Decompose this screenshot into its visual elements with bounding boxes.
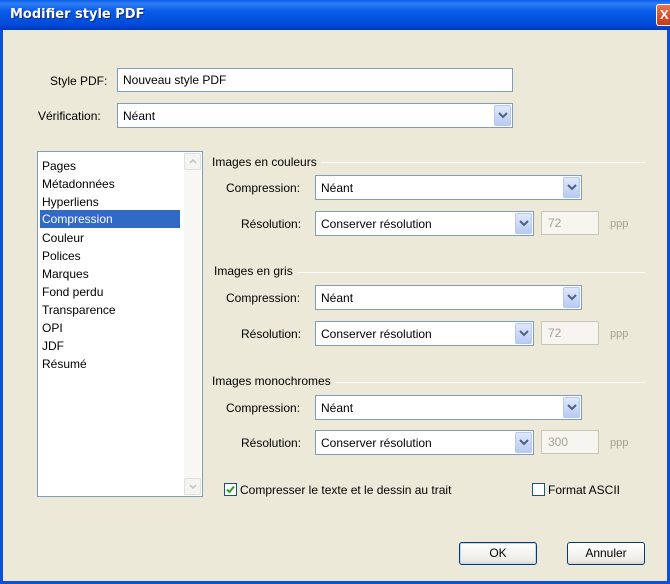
compression-label: Compression: bbox=[226, 401, 301, 415]
verification-label: Vérification: bbox=[38, 109, 101, 123]
mono-resolution-value: Conserver résolution bbox=[321, 436, 432, 450]
mono-compression-select[interactable]: Néant bbox=[315, 395, 582, 420]
ok-button[interactable]: OK bbox=[459, 542, 537, 565]
window-border-left bbox=[0, 30, 3, 584]
compress-text-label[interactable]: Compresser le texte et le dessin au trai… bbox=[240, 483, 451, 497]
verification-select[interactable]: Néant bbox=[117, 103, 513, 128]
unit-label: ppp bbox=[610, 328, 629, 340]
title-bar[interactable]: Modifier style PDF X bbox=[0, 0, 670, 30]
close-button[interactable]: X bbox=[656, 4, 670, 26]
ascii-checkbox[interactable] bbox=[532, 483, 545, 496]
gray-resolution-value: Conserver résolution bbox=[321, 327, 432, 341]
style-pdf-label: Style PDF: bbox=[50, 74, 108, 88]
close-icon: X bbox=[660, 7, 669, 22]
sidebar-item-polices[interactable]: Polices bbox=[42, 247, 81, 265]
sidebar-item-fond-perdu[interactable]: Fond perdu bbox=[42, 283, 103, 301]
gray-compression-select[interactable]: Néant bbox=[315, 285, 582, 310]
resolution-label: Résolution: bbox=[241, 327, 302, 341]
unit-label: ppp bbox=[610, 437, 629, 449]
verification-value: Néant bbox=[123, 109, 156, 123]
mono-compression-value: Néant bbox=[321, 401, 354, 415]
sidebar-item-opi[interactable]: OPI bbox=[42, 319, 63, 337]
compression-label: Compression: bbox=[226, 181, 301, 195]
ascii-label[interactable]: Format ASCII bbox=[548, 483, 620, 497]
sidebar-item-couleur[interactable]: Couleur bbox=[42, 229, 84, 247]
category-list[interactable]: Pages Métadonnées Hyperliens Compression… bbox=[37, 151, 203, 497]
sidebar-item-metadonnees[interactable]: Métadonnées bbox=[42, 175, 115, 193]
resolution-label: Résolution: bbox=[241, 436, 302, 450]
color-compression-value: Néant bbox=[321, 181, 354, 195]
scroll-down-button[interactable] bbox=[184, 478, 201, 495]
cancel-button[interactable]: Annuler bbox=[567, 542, 645, 565]
chevron-down-icon bbox=[189, 484, 197, 489]
sidebar-item-marques[interactable]: Marques bbox=[42, 265, 89, 283]
sidebar-item-pages[interactable]: Pages bbox=[42, 157, 76, 175]
checkmark-icon bbox=[226, 485, 235, 494]
group-title-couleurs: Images en couleurs bbox=[212, 155, 321, 169]
mono-resolution-select[interactable]: Conserver résolution bbox=[315, 430, 534, 455]
dialog-window: Modifier style PDF X Style PDF: Nouveau … bbox=[0, 0, 670, 584]
color-resolution-value: Conserver résolution bbox=[321, 217, 432, 231]
dialog-title: Modifier style PDF bbox=[10, 7, 145, 22]
group-title-monochromes: Images monochromes bbox=[212, 374, 335, 388]
sidebar-item-jdf[interactable]: JDF bbox=[42, 337, 64, 355]
chevron-down-icon[interactable] bbox=[515, 432, 532, 453]
gray-resolution-select[interactable]: Conserver résolution bbox=[315, 321, 534, 346]
chevron-up-icon bbox=[189, 159, 197, 164]
chevron-down-icon[interactable] bbox=[563, 287, 580, 308]
resolution-label: Résolution: bbox=[241, 217, 302, 231]
color-resolution-select[interactable]: Conserver résolution bbox=[315, 211, 534, 236]
mono-ppp-input[interactable]: 300 bbox=[541, 430, 599, 454]
sidebar-item-resume[interactable]: Résumé bbox=[42, 355, 87, 373]
style-pdf-input[interactable]: Nouveau style PDF bbox=[117, 68, 513, 92]
group-title-gris: Images en gris bbox=[214, 264, 297, 278]
sidebar-item-transparence[interactable]: Transparence bbox=[42, 301, 116, 319]
chevron-down-icon[interactable] bbox=[515, 323, 532, 344]
chevron-down-icon[interactable] bbox=[515, 213, 532, 234]
gray-ppp-input[interactable]: 72 bbox=[541, 321, 599, 345]
scroll-up-button[interactable] bbox=[184, 153, 201, 170]
unit-label: ppp bbox=[610, 218, 629, 230]
chevron-down-icon[interactable] bbox=[563, 177, 580, 198]
list-scrollbar[interactable] bbox=[184, 153, 201, 495]
chevron-down-icon[interactable] bbox=[563, 397, 580, 418]
compress-text-checkbox[interactable] bbox=[224, 483, 237, 496]
compression-label: Compression: bbox=[226, 291, 301, 305]
gray-compression-value: Néant bbox=[321, 291, 354, 305]
sidebar-item-hyperliens[interactable]: Hyperliens bbox=[42, 193, 99, 211]
color-compression-select[interactable]: Néant bbox=[315, 175, 582, 200]
sidebar-item-compression[interactable]: Compression bbox=[40, 210, 180, 228]
chevron-down-icon[interactable] bbox=[494, 105, 511, 126]
color-ppp-input[interactable]: 72 bbox=[541, 211, 599, 235]
